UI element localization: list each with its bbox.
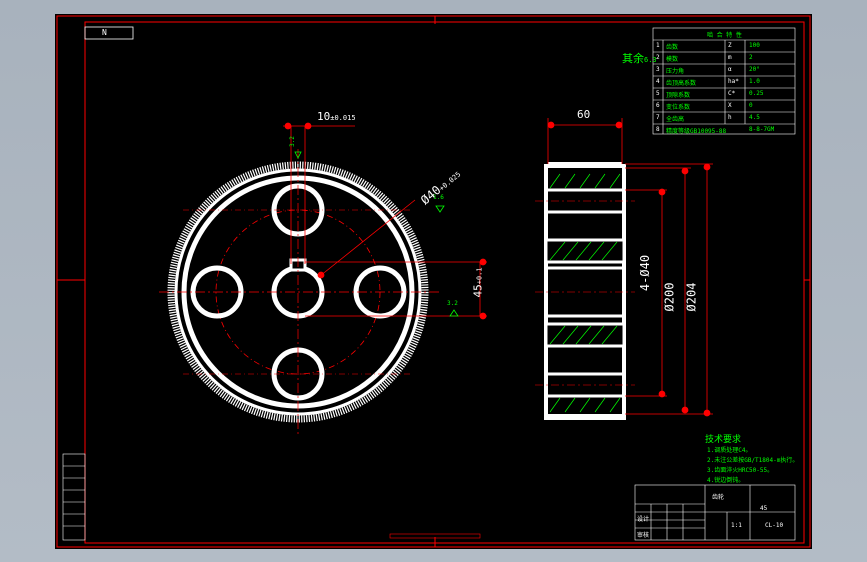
keyway-width-dim: 10±0.015 bbox=[317, 110, 356, 123]
param-cell-val: 20° bbox=[749, 66, 760, 73]
sheet-tag: N bbox=[102, 28, 107, 37]
ra-side: 3.2 bbox=[447, 300, 458, 307]
holes-dim: 4-Ø40 bbox=[638, 254, 653, 292]
drawing-canvas[interactable]: N 10±0.015 Ø40+0.025 45+0.1 3.2 3.2 1.6 … bbox=[55, 14, 812, 549]
ra-keyway: 3.2 bbox=[288, 136, 296, 147]
param-cell-no: 2 bbox=[656, 54, 660, 61]
keyway-depth-dim: 45+0.1 bbox=[471, 267, 485, 298]
tech-req-line: 2.未注公差按GB/T1804-m执行。 bbox=[707, 457, 799, 464]
param-cell-val: 100 bbox=[749, 42, 760, 49]
param-cell-name: 模数 bbox=[666, 56, 679, 63]
param-cell-name: 变位系数 bbox=[666, 104, 691, 111]
tech-req-title: 技术要求 bbox=[705, 435, 742, 445]
param-cell-name: 精度等级GB10095-88 bbox=[666, 128, 727, 135]
title-designer: 设计 bbox=[637, 516, 650, 523]
tech-req-line: 4.锐边倒钝。 bbox=[707, 477, 745, 484]
tech-req-line: 1.调质处理C4。 bbox=[707, 447, 752, 454]
sheet-border bbox=[56, 15, 811, 548]
param-cell-name: 压力角 bbox=[666, 68, 685, 75]
title-part-name: 齿轮 bbox=[712, 494, 725, 501]
gear-front-view bbox=[159, 149, 440, 436]
param-cell-no: 5 bbox=[656, 90, 660, 97]
tip-dia-dim: Ø204 bbox=[684, 282, 699, 312]
title-scale: 1:1 bbox=[731, 522, 742, 529]
param-cell-val: 0.25 bbox=[749, 90, 764, 97]
param-cell-name: 顶隙系数 bbox=[666, 92, 691, 99]
param-cell-val: 4.5 bbox=[749, 114, 760, 121]
param-cell-sym: C* bbox=[728, 90, 736, 97]
param-cell-no: 3 bbox=[656, 66, 660, 73]
root-dia-dim: Ø200 bbox=[662, 282, 677, 312]
param-cell-name: 齿顶高系数 bbox=[666, 80, 697, 87]
param-cell-no: 4 bbox=[656, 78, 660, 85]
param-cell-no: 7 bbox=[656, 114, 660, 121]
param-cell-val: 2 bbox=[749, 54, 753, 61]
param-cell-sym: m bbox=[728, 54, 732, 61]
param-cell-val: 1.0 bbox=[749, 78, 760, 85]
left-revision-strip bbox=[62, 453, 86, 541]
param-cell-sym: h bbox=[728, 114, 732, 121]
param-cell-sym: X bbox=[728, 102, 732, 109]
sheet-tag-box bbox=[84, 26, 134, 40]
title-material: 45 bbox=[760, 505, 768, 512]
gear-side-section bbox=[535, 162, 635, 420]
title-drawing-no: CL-10 bbox=[765, 522, 784, 529]
param-cell-no: 1 bbox=[656, 42, 660, 49]
window-frame: N 10±0.015 Ø40+0.025 45+0.1 3.2 3.2 1.6 … bbox=[0, 0, 867, 562]
roughness-other: 其余6.3 bbox=[622, 52, 657, 65]
param-cell-sym: α bbox=[728, 66, 732, 73]
param-cell-no: 6 bbox=[656, 102, 660, 109]
param-cell-name: 齿数 bbox=[666, 44, 679, 51]
param-cell-no: 8 bbox=[656, 126, 660, 133]
param-cell-name: 全齿高 bbox=[666, 116, 685, 123]
cad-drawing bbox=[56, 15, 811, 548]
title-checker: 审核 bbox=[637, 532, 650, 539]
param-table-title: 啮 合 特 性 bbox=[707, 32, 742, 39]
param-cell-sym: Z bbox=[728, 42, 732, 49]
param-cell-val: 0 bbox=[749, 102, 753, 109]
param-cell-val: 8-8-7GM bbox=[749, 126, 775, 133]
tech-req-line: 3.齿面淬火HRC50-55。 bbox=[707, 467, 774, 474]
face-width-dim: 60 bbox=[577, 108, 591, 121]
ra-bore: 1.6 bbox=[433, 194, 444, 201]
param-cell-sym: ha* bbox=[728, 78, 739, 85]
